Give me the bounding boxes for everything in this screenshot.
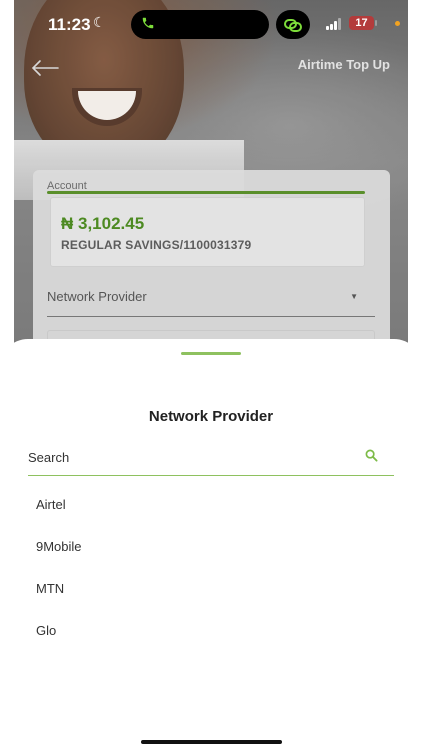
- provider-item-airtel[interactable]: Airtel: [36, 495, 376, 537]
- provider-item-glo[interactable]: Glo: [36, 621, 376, 663]
- provider-item-mtn[interactable]: MTN: [36, 579, 376, 621]
- provider-item-9mobile[interactable]: 9Mobile: [36, 537, 376, 579]
- status-time: 11:23: [48, 15, 91, 34]
- battery-icon: 17: [349, 16, 374, 30]
- home-indicator[interactable]: [141, 740, 282, 744]
- status-bar: 11:23 ☾ 17: [0, 0, 422, 48]
- shareplay-icon[interactable]: [276, 10, 310, 39]
- moon-icon: ☾: [93, 14, 106, 30]
- account-balance: ₦ 3,102.45: [61, 214, 145, 233]
- dynamic-island[interactable]: [131, 10, 269, 39]
- search-bar[interactable]: [28, 442, 394, 476]
- phone-icon: [141, 16, 157, 32]
- network-provider-field-label[interactable]: Network Provider: [47, 289, 147, 304]
- page-title: Airtime Top Up: [297, 57, 390, 72]
- sheet-drag-handle[interactable]: [181, 352, 241, 355]
- arrow-left-icon[interactable]: [30, 58, 60, 83]
- privacy-indicator-dot: [395, 21, 400, 26]
- search-icon[interactable]: [365, 449, 378, 467]
- account-accent-line: [47, 191, 365, 194]
- network-provider-sheet: Network Provider Airtel 9Mobile MTN Glo: [0, 339, 422, 750]
- provider-list: Airtel 9Mobile MTN Glo: [36, 495, 376, 663]
- caret-down-icon[interactable]: ▼: [350, 292, 358, 301]
- search-input[interactable]: [28, 444, 348, 470]
- network-provider-underline: [47, 316, 375, 317]
- sheet-title: Network Provider: [148, 408, 274, 425]
- account-name: REGULAR SAVINGS/1100031379: [61, 238, 252, 252]
- signal-icon: [326, 18, 344, 30]
- account-selector[interactable]: ₦ 3,102.45 REGULAR SAVINGS/1100031379: [50, 197, 365, 267]
- battery-tip: [375, 20, 377, 26]
